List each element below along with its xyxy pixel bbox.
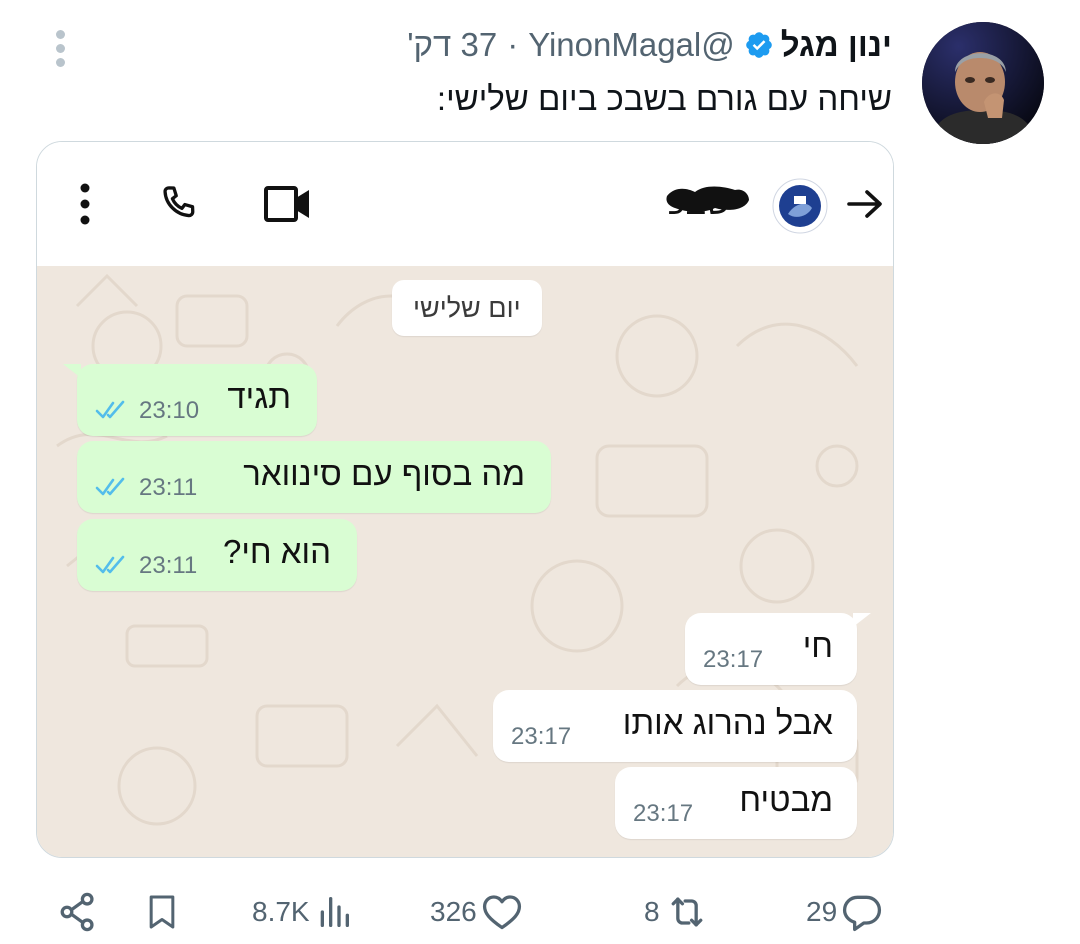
message-time: 23:11 xyxy=(139,474,198,501)
views-icon xyxy=(320,897,349,927)
agency-logo-icon xyxy=(772,178,828,234)
tweet-header: ינון מגל @YinonMagal · 37 דק' xyxy=(407,24,892,66)
tweet-text: שיחה עם גורם בשבכ ביום שלישי: xyxy=(436,80,892,117)
retweet-icon xyxy=(671,897,702,927)
message-outgoing[interactable]: הוא חי? 23:11 xyxy=(77,519,357,591)
views-button[interactable]: 8.7K xyxy=(252,890,354,934)
like-button[interactable]: 326 xyxy=(430,890,525,934)
back-arrow-icon[interactable] xyxy=(845,182,885,231)
author-avatar[interactable] xyxy=(922,22,1044,144)
like-icon xyxy=(482,895,521,930)
kebab-menu-icon[interactable] xyxy=(77,182,93,231)
reply-button[interactable]: 29 xyxy=(806,890,885,934)
bookmark-button[interactable] xyxy=(142,890,182,934)
tweet-age[interactable]: 37 דק' xyxy=(407,26,497,64)
message-time: 23:17 xyxy=(633,800,694,827)
message-outgoing[interactable]: מה בסוף עם סינוואר 23:11 xyxy=(77,441,551,513)
chat-header: י שבכ xyxy=(37,142,893,266)
share-icon xyxy=(60,892,94,932)
bookmark-icon xyxy=(149,895,175,929)
views-count: 8.7K xyxy=(252,896,310,927)
message-text: תגיד xyxy=(227,378,291,415)
message-text: הוא חי? xyxy=(222,533,331,570)
message-outgoing[interactable]: תגיד 23:10 xyxy=(63,364,317,436)
redaction-scribble xyxy=(666,186,749,212)
video-call-icon[interactable] xyxy=(263,182,313,231)
attached-chat-screenshot[interactable]: י שבכ xyxy=(36,141,894,858)
day-label: יום שלישי xyxy=(392,280,542,336)
message-text: חי xyxy=(802,627,833,664)
retweet-button[interactable]: 8 xyxy=(644,890,712,934)
author-name[interactable]: ינון מגל xyxy=(781,26,892,64)
message-time: 23:17 xyxy=(511,723,572,750)
replies-count: 29 xyxy=(806,896,838,927)
share-button[interactable] xyxy=(56,890,100,934)
message-time: 23:11 xyxy=(139,552,198,579)
message-incoming[interactable]: אבל נהרוג אותו 23:17 xyxy=(493,690,857,762)
message-time: 23:17 xyxy=(703,646,764,673)
tweet-action-bar: 8.7K 326 8 29 xyxy=(0,880,1080,940)
message-incoming[interactable]: מבטיח 23:17 xyxy=(615,767,857,839)
message-text: מה בסוף עם סינוואר xyxy=(243,455,525,492)
chat-body: יום שלישי תגיד 23:10 מה בסוף עם סינוואר … xyxy=(37,266,893,857)
separator-dot: · xyxy=(507,26,519,63)
double-check-icon xyxy=(95,477,125,496)
likes-count: 326 xyxy=(430,896,477,927)
reply-icon xyxy=(843,895,882,932)
message-text: מבטיח xyxy=(739,781,833,818)
retweets-count: 8 xyxy=(644,896,660,927)
double-check-icon xyxy=(95,400,125,419)
message-time: 23:10 xyxy=(139,397,200,424)
author-handle[interactable]: @YinonMagal xyxy=(528,26,735,64)
double-check-icon xyxy=(95,555,125,574)
verified-badge-icon xyxy=(744,30,774,60)
more-icon[interactable] xyxy=(52,30,68,70)
message-text: אבל נהרוג אותו xyxy=(622,704,833,741)
message-incoming[interactable]: חי 23:17 xyxy=(685,613,871,685)
phone-icon[interactable] xyxy=(157,182,201,231)
